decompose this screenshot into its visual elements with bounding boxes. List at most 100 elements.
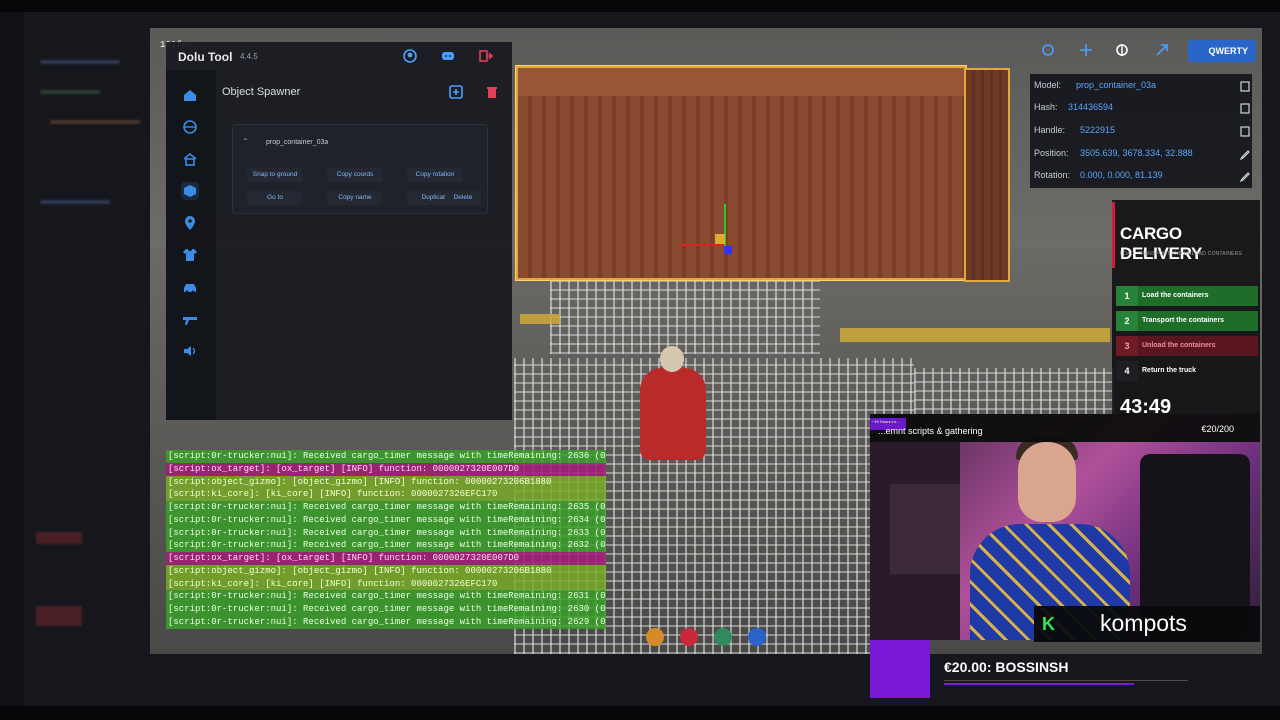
room-shelf xyxy=(890,484,960,574)
discord-icon[interactable] xyxy=(440,48,456,64)
console-line: [script:ox_target]: [ox_target] [INFO] f… xyxy=(166,462,606,476)
position-label: Position: xyxy=(1034,148,1069,158)
cargo-step: 1 Load the containers xyxy=(1116,286,1258,306)
screen: 101fps Dolu Tool 4.4.5 Objec xyxy=(0,0,1280,720)
uptime-badge-text: ~19 Hours Lo... xyxy=(872,419,900,424)
car-icon[interactable] xyxy=(181,278,199,296)
delete-button[interactable]: Delete xyxy=(445,191,481,205)
console-line: [script:ox_target]: [ox_target] [INFO] f… xyxy=(166,552,606,565)
stamina-icon xyxy=(646,628,664,646)
handle-value: 5222915 xyxy=(1080,125,1116,135)
add-object-icon[interactable] xyxy=(448,84,464,100)
metal-grate xyxy=(550,274,820,354)
cargo-step: 4 Return the truck xyxy=(1116,361,1258,381)
console-line: [script:0r-trucker:nui]: Received cargo_… xyxy=(166,603,606,616)
cargo-step-label: Unload the containers xyxy=(1142,342,1216,349)
handle-row: Handle: 5222915 xyxy=(1034,125,1250,139)
move-icon[interactable] xyxy=(1078,42,1094,58)
rotate-icon[interactable] xyxy=(1114,42,1130,58)
github-icon[interactable] xyxy=(402,48,418,64)
house-icon[interactable] xyxy=(181,150,199,168)
globe-icon[interactable] xyxy=(181,118,199,136)
rotation-value: 0.000, 0.000, 81.139 xyxy=(1080,170,1163,180)
cargo-step-label: Load the containers xyxy=(1142,292,1209,299)
cargo-subtitle: LOAD, TRANSPORT AND UNLOAD CONTAINERS xyxy=(1120,251,1243,257)
handle-label: Handle: xyxy=(1034,125,1066,135)
snap-to-ground-button[interactable]: Snap to ground xyxy=(247,168,303,182)
copy-coords-button[interactable]: Copy coords xyxy=(327,168,383,182)
cargo-step: 3 Unload the containers xyxy=(1116,336,1258,356)
dolu-sidebar xyxy=(166,70,216,420)
entity-info-panel: Model: prop_container_03a Hash: 31443659… xyxy=(1030,74,1252,188)
clipboard-icon[interactable] xyxy=(1240,80,1250,92)
player-character xyxy=(640,346,706,460)
keyboard-layout-button[interactable]: QWERTY xyxy=(1188,40,1256,62)
map-pin-icon[interactable] xyxy=(181,214,199,232)
donation-line xyxy=(944,680,1188,681)
shirt-icon[interactable] xyxy=(181,246,199,264)
streamer-face xyxy=(1018,442,1076,522)
position-row: Position: 3505.639, 3678.334, 32.888 xyxy=(1034,148,1250,162)
local-space-icon[interactable] xyxy=(1154,42,1170,58)
model-label: Model: xyxy=(1034,80,1062,90)
last-donation: €20.00: BOSSINSH xyxy=(944,659,1069,675)
section-title: Object Spawner xyxy=(222,86,301,98)
copy-rotation-button[interactable]: Copy rotation xyxy=(407,168,463,182)
rotation-label: Rotation: xyxy=(1034,170,1071,180)
donation-progress xyxy=(944,683,1134,685)
console-line: [script:ki_core]: [ki_core] [INFO] funct… xyxy=(166,488,606,501)
dolu-tool-panel: Dolu Tool 4.4.5 Object Spawner ⌃ prop_co… xyxy=(166,42,512,420)
go-to-button[interactable]: Go to xyxy=(247,191,303,205)
position-value: 3505.639, 3678.334, 32.888 xyxy=(1080,148,1193,158)
code-line xyxy=(40,200,110,204)
console-line: [script:0r-trucker:nui]: Received cargo_… xyxy=(166,513,606,527)
logout-icon[interactable] xyxy=(478,48,494,64)
code-line xyxy=(50,120,140,124)
container-door xyxy=(964,68,1010,282)
chevron-up-icon[interactable]: ⌃ xyxy=(242,137,249,146)
cargo-accent-bar xyxy=(1112,202,1115,268)
weapon-icon[interactable] xyxy=(181,310,199,328)
copy-name-button[interactable]: Copy name xyxy=(327,191,383,205)
trash-icon[interactable] xyxy=(484,84,500,100)
model-row: Model: prop_container_03a xyxy=(1034,80,1250,94)
stream-topic-bar: ~19 Hours Lo... ...emnt scripts & gather… xyxy=(870,414,1260,442)
code-line xyxy=(36,532,82,544)
health-icon xyxy=(680,628,698,646)
edit-icon[interactable] xyxy=(1239,170,1250,183)
console-line: [script:0r-trucker:nui]: Received cargo_… xyxy=(166,539,606,552)
hunger-icon xyxy=(748,628,766,646)
cargo-step-label: Transport the containers xyxy=(1142,317,1225,324)
console-line: [script:0r-trucker:nui]: Received cargo_… xyxy=(166,615,606,629)
console-line: [script:0r-trucker:nui]: Received cargo_… xyxy=(166,526,606,540)
cube-icon[interactable] xyxy=(181,182,199,200)
kick-logo-icon: K xyxy=(1042,614,1055,634)
road-marking xyxy=(840,328,1110,342)
model-value: prop_container_03a xyxy=(1076,80,1157,90)
code-line xyxy=(40,90,100,94)
stream-topic: ...emnt scripts & gathering xyxy=(878,426,983,436)
clipboard-icon[interactable] xyxy=(1240,102,1250,114)
cargo-title: CARGO DELIVERY xyxy=(1120,224,1202,263)
speaker-icon[interactable] xyxy=(181,342,199,360)
road-marking xyxy=(520,314,560,324)
cargo-step: 2 Transport the containers xyxy=(1116,311,1258,331)
player-hud xyxy=(642,626,772,648)
clipboard-icon[interactable] xyxy=(1240,125,1250,137)
gizmo-z-axis[interactable] xyxy=(724,246,732,254)
edit-icon[interactable] xyxy=(1239,148,1250,161)
cargo-delivery-panel: CARGO DELIVERY LOAD, TRANSPORT AND UNLOA… xyxy=(1112,200,1260,418)
gizmo-x-axis[interactable] xyxy=(680,244,726,246)
bottom-bar xyxy=(0,706,1280,720)
armor-icon xyxy=(714,628,732,646)
dolu-header: Dolu Tool 4.4.5 xyxy=(166,42,512,70)
home-icon[interactable] xyxy=(181,86,199,104)
cargo-step-number: 1 xyxy=(1116,286,1138,306)
object-name: prop_container_03a xyxy=(266,139,329,146)
console-line: [script:ki_core]: [ki_core] [INFO] funct… xyxy=(166,577,606,591)
top-bar xyxy=(0,0,1280,12)
shipping-container[interactable] xyxy=(516,66,1010,282)
gizmo-center[interactable] xyxy=(715,234,725,244)
snap-icon[interactable] xyxy=(1040,42,1056,58)
cargo-step-label: Return the truck xyxy=(1142,367,1197,374)
